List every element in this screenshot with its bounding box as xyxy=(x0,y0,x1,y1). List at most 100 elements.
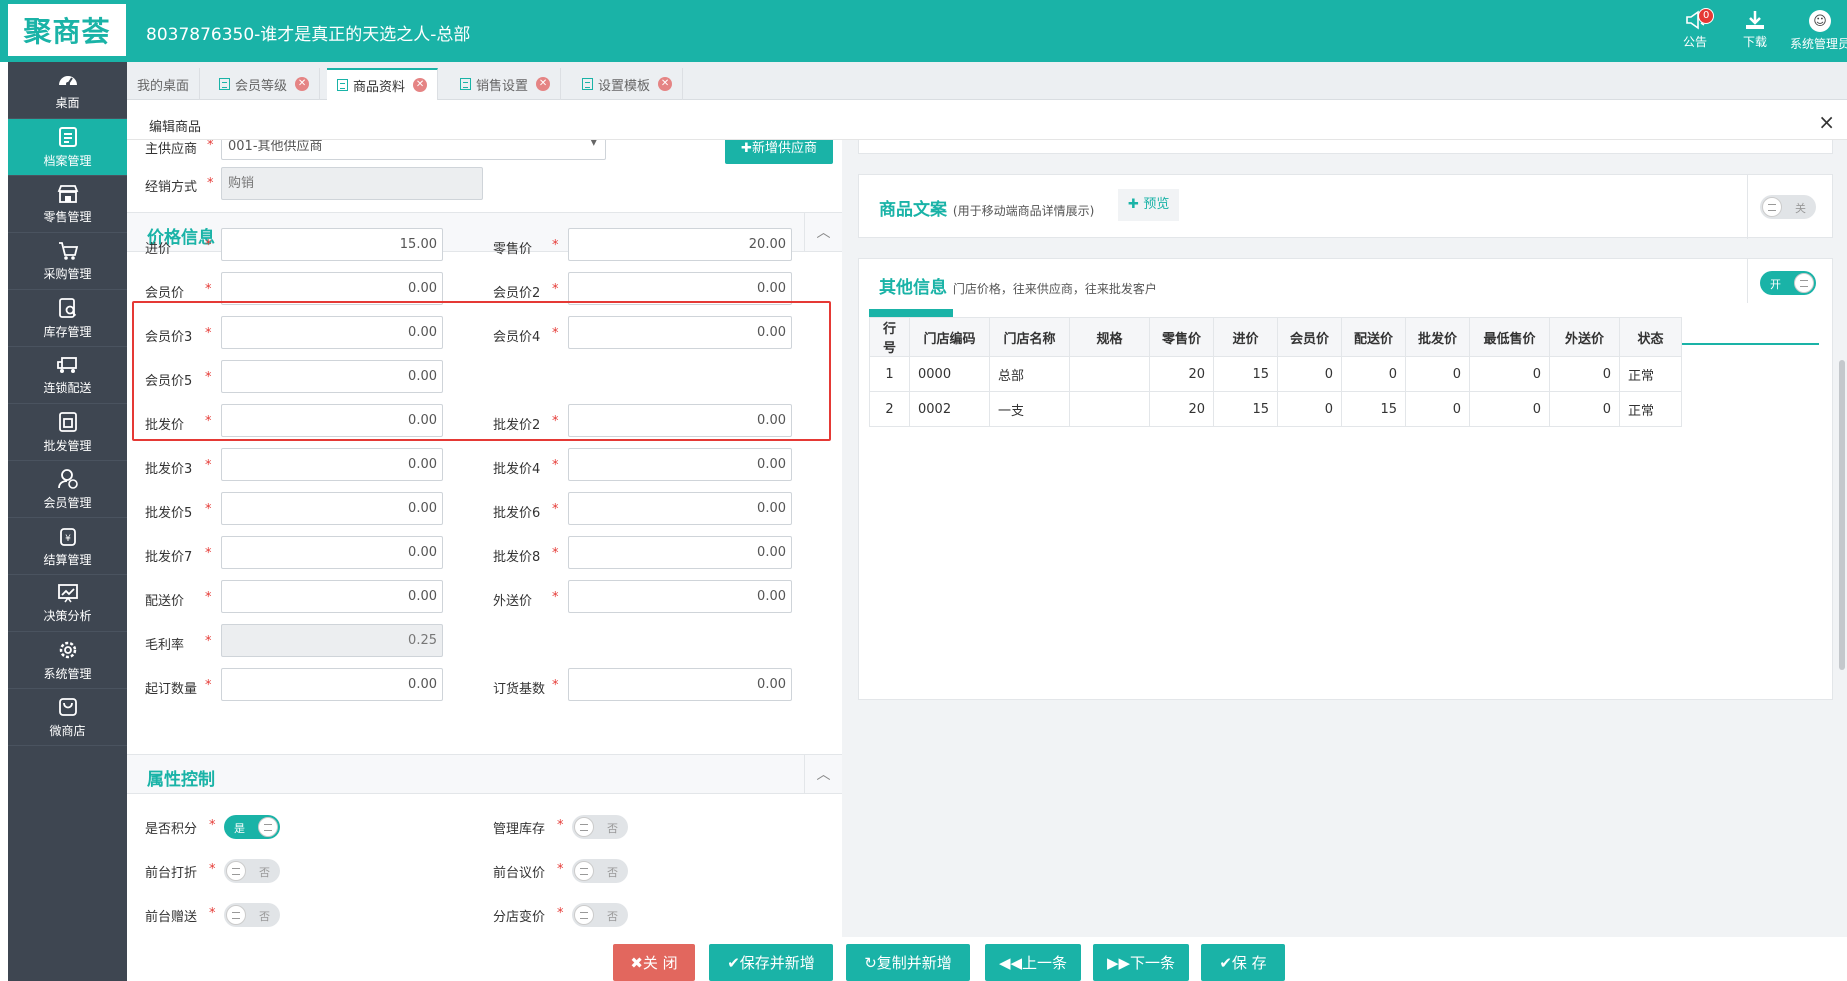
scrollbar[interactable] xyxy=(1837,140,1847,981)
retail-input[interactable]: 20.00 xyxy=(568,228,792,261)
wholesale6-input[interactable]: 0.00 xyxy=(568,492,792,525)
column-header[interactable]: 外送价 xyxy=(1549,317,1620,357)
prev-button[interactable]: ◀◀ 上一条 xyxy=(985,944,1081,981)
next-button[interactable]: ▶▶ 下一条 xyxy=(1093,944,1189,981)
column-header[interactable]: 零售价 xyxy=(1149,317,1214,357)
sidebar-item-settlement[interactable]: ¥ 结算管理 xyxy=(8,518,127,575)
table-row[interactable]: 2 0002 一支 20 15 0 15 0 0 0 正常 xyxy=(869,391,1682,427)
close-icon[interactable]: ✕ xyxy=(536,77,551,91)
scrollbar-thumb[interactable] xyxy=(1839,360,1845,670)
column-header[interactable]: 行号 xyxy=(869,317,910,357)
column-header[interactable]: 状态 xyxy=(1619,317,1682,357)
manage-stock-toggle[interactable]: 否 xyxy=(572,815,628,839)
close-edit-button[interactable]: × xyxy=(1818,110,1835,134)
dashboard-icon xyxy=(58,75,77,86)
add-supplier-button[interactable]: ✚新增供应商 xyxy=(725,140,833,164)
points-toggle[interactable]: 是 xyxy=(224,815,280,839)
toggle-state: 否 xyxy=(259,910,270,923)
column-header[interactable]: 会员价 xyxy=(1277,317,1342,357)
save-new-label: 保存并新增 xyxy=(739,954,815,972)
branch-price-toggle[interactable]: 否 xyxy=(572,903,628,927)
copy-and-new-button[interactable]: ↻ 复制并新增 xyxy=(846,944,970,981)
attr-section-header[interactable]: 属性控制 ︿ xyxy=(127,754,842,794)
toggle-knob xyxy=(226,861,246,881)
close-icon[interactable]: ✕ xyxy=(658,77,673,91)
purchase-input[interactable]: 15.00 xyxy=(221,228,443,261)
save-and-new-button[interactable]: ✔ 保存并新增 xyxy=(709,944,833,981)
toggle-state: 否 xyxy=(607,910,618,923)
shop-title: 8037876350-谁才是真正的天选之人-总部 xyxy=(146,25,471,45)
sidebar-item-retail[interactable]: 零售管理 xyxy=(8,176,127,233)
close-icon[interactable]: ✕ xyxy=(413,78,428,92)
tab-product-info[interactable]: 商品资料 ✕ xyxy=(327,68,439,100)
table-cell: 0 xyxy=(1405,391,1470,427)
table-cell: 总部 xyxy=(989,356,1070,392)
app-logo: 聚商荟 xyxy=(8,4,126,56)
avatar: ☺ xyxy=(1809,10,1831,32)
column-header[interactable]: 批发价 xyxy=(1405,317,1470,357)
wholesale4-input[interactable]: 0.00 xyxy=(568,448,792,481)
sidebar-item-member[interactable]: 会员管理 xyxy=(8,461,127,518)
supplier-select[interactable]: 001-其他供应商 ▾ xyxy=(221,140,606,160)
tab-template-settings[interactable]: 设置模板 ✕ xyxy=(572,68,684,100)
sidebar-item-inventory[interactable]: 库存管理 xyxy=(8,290,127,347)
sidebar-item-wholesale[interactable]: 批发管理 xyxy=(8,404,127,461)
toggle-state: 否 xyxy=(259,866,270,879)
sidebar-item-purchase[interactable]: 采购管理 xyxy=(8,233,127,290)
download-button[interactable]: 下载 xyxy=(1728,10,1782,50)
wholesale3-input[interactable]: 0.00 xyxy=(221,448,443,481)
required-mark: * xyxy=(205,502,212,517)
front-bargain-toggle[interactable]: 否 xyxy=(572,859,628,883)
document-icon xyxy=(219,78,230,90)
action-bar: ✖ 关 闭 ✔ 保存并新增 ↻ 复制并新增 ◀◀ 上一条 ▶▶ 下一条 ✔ 保 存 xyxy=(127,937,1847,981)
table-cell: 正常 xyxy=(1619,391,1682,427)
sidebar-item-label: 桌面 xyxy=(55,95,80,110)
sidebar-item-microshop[interactable]: 微商店 xyxy=(8,689,127,746)
outside-input[interactable]: 0.00 xyxy=(568,580,792,613)
sidebar-item-analysis[interactable]: 决策分析 xyxy=(8,575,127,632)
copy-toggle[interactable]: 关 xyxy=(1760,195,1816,219)
chevron-up-icon[interactable]: ︿ xyxy=(804,213,842,251)
notice-button[interactable]: 0 公告 xyxy=(1668,8,1722,50)
front-gift-toggle[interactable]: 否 xyxy=(224,903,280,927)
required-mark: * xyxy=(552,282,559,297)
delivery-input[interactable]: 0.00 xyxy=(221,580,443,613)
sidebar-item-desktop[interactable]: 桌面 xyxy=(8,62,127,119)
other-info-toggle[interactable]: 开 xyxy=(1760,271,1816,295)
sidebar-item-archive[interactable]: 档案管理 xyxy=(8,119,127,176)
document-icon xyxy=(582,78,593,90)
required-mark: * xyxy=(205,238,212,253)
wholesale5-input[interactable]: 0.00 xyxy=(221,492,443,525)
column-header[interactable]: 最低售价 xyxy=(1469,317,1550,357)
chevron-up-icon[interactable]: ︿ xyxy=(804,755,842,793)
edit-header: 编辑商品 × xyxy=(127,108,1847,140)
preview-label: 预览 xyxy=(1143,197,1170,212)
column-header[interactable]: 规格 xyxy=(1069,317,1150,357)
toggle-state: 否 xyxy=(607,866,618,879)
column-header[interactable]: 进价 xyxy=(1213,317,1278,357)
tab-desktop[interactable]: 我的桌面 xyxy=(127,68,201,100)
column-header[interactable]: 门店编码 xyxy=(909,317,990,357)
sidebar-item-delivery[interactable]: 连锁配送 xyxy=(8,347,127,404)
front-discount-toggle[interactable]: 否 xyxy=(224,859,280,883)
tab-sales-settings[interactable]: 销售设置 ✕ xyxy=(450,68,562,100)
column-header[interactable]: 门店名称 xyxy=(989,317,1070,357)
wholesale7-input[interactable]: 0.00 xyxy=(221,536,443,569)
top-bar: 聚商荟 8037876350-谁才是真正的天选之人-总部 0 公告 下载 ☺ 系… xyxy=(0,0,1847,62)
preview-button[interactable]: ✚ 预览 xyxy=(1118,189,1180,221)
close-icon[interactable]: ✕ xyxy=(295,77,310,91)
column-header[interactable]: 配送价 xyxy=(1341,317,1406,357)
min-order-input[interactable]: 0.00 xyxy=(221,668,443,701)
close-button[interactable]: ✖ 关 闭 xyxy=(613,944,695,981)
wholesale8-input[interactable]: 0.00 xyxy=(568,536,792,569)
sidebar-item-system[interactable]: 系统管理 xyxy=(8,632,127,689)
order-base-input[interactable]: 0.00 xyxy=(568,668,792,701)
tab-member-level[interactable]: 会员等级 ✕ xyxy=(209,68,321,100)
table-row[interactable]: 1 0000 总部 20 15 0 0 0 0 0 正常 xyxy=(869,356,1682,392)
user-menu[interactable]: ☺ 系统管理员 xyxy=(1790,10,1847,52)
other-card-title: 其他信息 门店价格，往来供应商，往来批发客户 xyxy=(879,273,1157,298)
chevron-down-icon: ▾ xyxy=(590,140,597,150)
product-form: 主供应商 * 001-其他供应商 ▾ ✚新增供应商 经销方式 * 购销 价格信息 ︿… xyxy=(127,140,842,981)
save-button[interactable]: ✔ 保 存 xyxy=(1201,944,1285,981)
table-cell: 一支 xyxy=(989,391,1070,427)
